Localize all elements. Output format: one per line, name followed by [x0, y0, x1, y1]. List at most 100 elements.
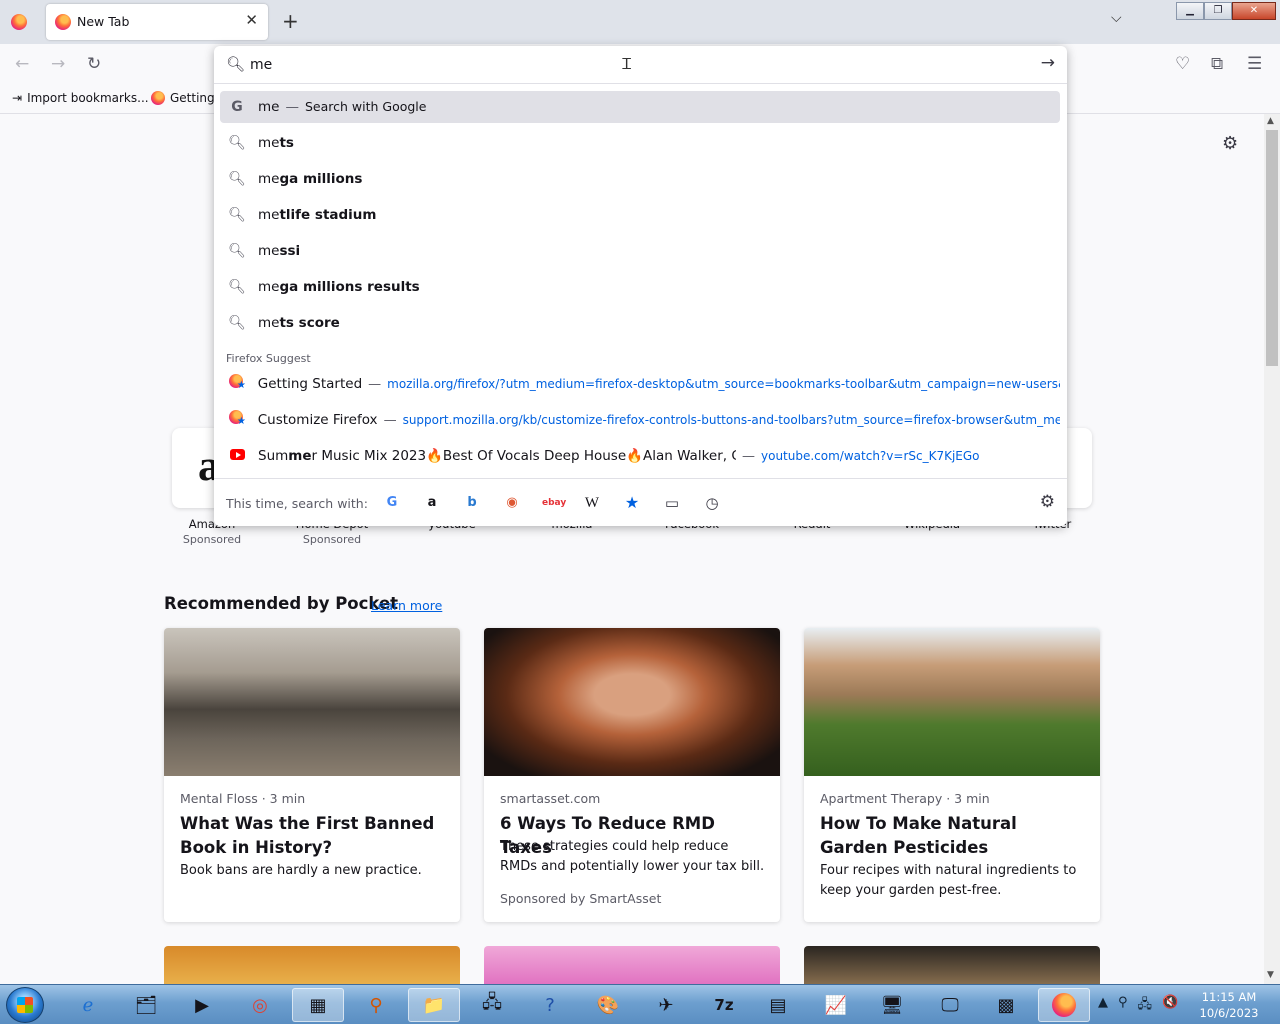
bing-engine-icon[interactable]: b	[462, 493, 482, 513]
pocket-heading: Recommended by Pocket	[164, 594, 399, 613]
tray-network-icon[interactable]: 🖧	[1138, 995, 1153, 1017]
youtube-icon	[229, 449, 245, 460]
document-icon[interactable]: ▤	[752, 988, 804, 1022]
computer-search-icon[interactable]: 🖥	[866, 988, 918, 1022]
search-with-google-row[interactable]: G me — Search with Google	[220, 91, 1060, 123]
tray-search-icon[interactable]: ⚲	[1118, 995, 1128, 1017]
suggestion-row[interactable]: 🔍︎ mega millions results	[220, 271, 1060, 303]
forward-arrow-icon[interactable]: →	[51, 54, 65, 74]
card-title: How To Make Natural Garden Pesticides	[820, 814, 1017, 857]
card-source: smartasset.com	[500, 791, 601, 806]
search-magnifier-icon[interactable]: ⚲	[350, 988, 402, 1022]
pocket-card[interactable]	[804, 946, 1100, 986]
chart-icon[interactable]: 📈	[810, 988, 862, 1022]
history-clock-icon[interactable]: ◷	[702, 493, 722, 513]
search-icon: 🔍︎	[228, 135, 246, 151]
duckduckgo-engine-icon[interactable]: ◉	[502, 493, 522, 513]
start-button[interactable]	[6, 987, 44, 1023]
7zip-icon[interactable]: 7z	[698, 988, 750, 1022]
monitor-icon[interactable]: 🖵	[924, 988, 976, 1022]
extensions-icon[interactable]: ⧉	[1211, 54, 1223, 74]
internet-explorer-icon[interactable]: ℯ	[62, 988, 114, 1022]
tray-volume-icon[interactable]: 🔇	[1162, 995, 1178, 1017]
send-icon[interactable]: ✈	[640, 988, 692, 1022]
one-off-search-bar: This time, search with: G a b ◉ ebay W ★…	[214, 478, 1067, 526]
firefox-tab-icon	[55, 14, 71, 30]
history-row-getting-started[interactable]: ★ Getting Started — mozilla.org/firefox/…	[220, 368, 1060, 400]
scroll-thumb[interactable]	[1266, 130, 1278, 366]
media-player-icon[interactable]: ▶	[176, 988, 228, 1022]
wikipedia-engine-icon[interactable]: W	[582, 493, 602, 513]
close-tab-icon[interactable]: ✕	[245, 11, 258, 29]
page-scrollbar[interactable]: ▲ ▼	[1264, 114, 1280, 985]
import-icon: ⇥	[12, 91, 23, 105]
folder-icon[interactable]: 📁	[408, 988, 460, 1022]
firefox-bookmark-icon	[151, 91, 165, 105]
reload-icon[interactable]: ↻	[87, 54, 101, 74]
scroll-down-icon[interactable]: ▼	[1267, 970, 1274, 980]
search-icon: 🔍︎	[228, 171, 246, 187]
chrome-icon[interactable]: ◎	[234, 988, 286, 1022]
firefox-bookmark-star-icon: ★	[228, 374, 246, 391]
firefox-suggest-label: Firefox Suggest	[226, 352, 311, 365]
new-tab-plus-icon[interactable]: +	[282, 9, 299, 33]
suggestion-row[interactable]: 🔍︎ mega millions	[220, 163, 1060, 195]
urlbar-input-row: 🔍︎ Ꮖ →	[214, 46, 1067, 84]
pocket-card[interactable]: Apartment Therapy · 3 min How To Make Na…	[804, 628, 1100, 922]
pocket-card[interactable]: smartasset.com 6 Ways To Reduce RMD Taxe…	[484, 628, 780, 922]
minimize-button[interactable]: ▁	[1176, 2, 1204, 20]
app-menu-icon[interactable]: ☰	[1247, 54, 1262, 74]
one-off-label: This time, search with:	[226, 496, 368, 511]
taskbar-clock[interactable]: 11:15 AM 10/6/2023	[1196, 989, 1262, 1021]
suggestion-row[interactable]: 🔍︎ mets	[220, 127, 1060, 159]
tray-expand-icon[interactable]: ▲	[1098, 995, 1108, 1017]
suggestion-row[interactable]: 🔍︎ metlife stadium	[220, 199, 1060, 231]
ebay-engine-icon[interactable]: ebay	[542, 493, 566, 513]
bookmark-import[interactable]: ⇥ Import bookmarks...	[12, 91, 149, 105]
back-arrow-icon[interactable]: ←	[15, 54, 29, 74]
bookmark-getting-started[interactable]: Getting	[151, 91, 215, 105]
scroll-up-icon[interactable]: ▲	[1267, 116, 1274, 126]
personalize-gear-icon[interactable]: ⚙	[1222, 133, 1238, 154]
help-icon[interactable]: ?	[524, 988, 576, 1022]
restore-button[interactable]: ❐	[1204, 2, 1232, 20]
pocket-card[interactable]: Mental Floss · 3 min What Was the First …	[164, 628, 460, 922]
windows-taskbar: ℯ 🗂 ▶ ◎ ▦ ⚲ 📁 🖧 ? 🎨 ✈ 7z ▤ 📈 🖥 🖵 ▩ ▲ ⚲ 🖧…	[0, 984, 1280, 1024]
search-icon: 🔍︎	[228, 207, 246, 223]
google-engine-icon[interactable]: G	[382, 493, 402, 513]
pocket-icon[interactable]: ♡	[1175, 54, 1190, 74]
pocket-card[interactable]	[484, 946, 780, 986]
card-title: What Was the First Banned Book in Histor…	[180, 814, 435, 857]
control-panel-icon[interactable]: ▦	[292, 988, 344, 1022]
pocket-card[interactable]	[164, 946, 460, 986]
suggestion-row[interactable]: 🔍︎ messi	[220, 235, 1060, 267]
text-cursor-icon: Ꮖ	[622, 55, 632, 73]
card-description: These strategies could help reduce RMDs …	[500, 839, 765, 874]
history-row-customize-firefox[interactable]: ★ Customize Firefox — support.mozilla.or…	[220, 404, 1060, 436]
firefox-view-icon[interactable]	[11, 14, 27, 30]
search-icon: 🔍︎	[228, 315, 246, 331]
network-icon[interactable]: 🖧	[466, 988, 518, 1022]
tab-new-tab[interactable]: New Tab ✕	[46, 4, 268, 40]
file-explorer-icon[interactable]: 🗂	[120, 988, 172, 1022]
card-source: Apartment Therapy · 3 min	[820, 791, 990, 806]
card-source: Mental Floss · 3 min	[180, 791, 306, 806]
go-arrow-icon[interactable]: →	[1041, 53, 1055, 73]
google-icon: G	[231, 99, 243, 115]
close-window-button[interactable]: ✕	[1232, 2, 1276, 20]
windows-logo-icon	[17, 997, 33, 1013]
amazon-engine-icon[interactable]: a	[422, 493, 442, 513]
history-row-youtube[interactable]: Summer Music Mix 2023🔥Best Of Vocals Dee…	[220, 440, 1060, 472]
paint-icon[interactable]: 🎨	[582, 988, 634, 1022]
search-icon: 🔍︎	[228, 279, 246, 295]
search-settings-gear-icon[interactable]: ⚙	[1040, 492, 1055, 512]
firefox-taskbar-icon[interactable]	[1038, 988, 1090, 1022]
search-icon: 🔍︎	[226, 55, 246, 73]
urlbar-popup: 🔍︎ Ꮖ → G me—Search with Google 🔍︎ mets 🔍…	[214, 46, 1067, 526]
bookmarks-star-icon[interactable]: ★	[622, 493, 642, 513]
calculator-icon[interactable]: ▩	[980, 988, 1032, 1022]
suggestion-row[interactable]: 🔍︎ mets score	[220, 307, 1060, 339]
pocket-learn-more-link[interactable]: Learn more	[371, 598, 442, 613]
list-all-tabs-chevron-icon[interactable]: ⌵	[1111, 10, 1122, 26]
tabs-icon[interactable]: ▭	[662, 493, 682, 513]
